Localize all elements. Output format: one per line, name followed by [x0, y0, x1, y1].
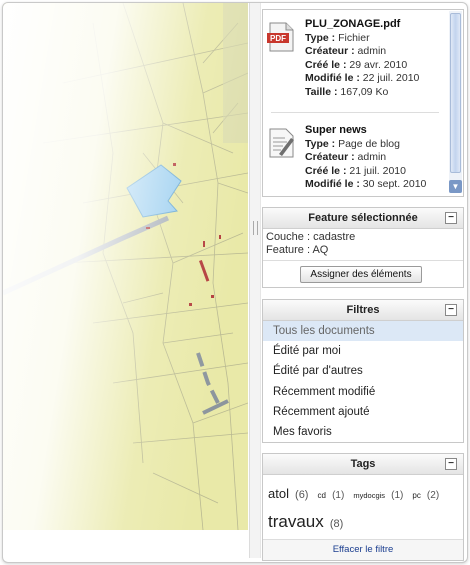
document-type: Type : Page de blog [305, 137, 400, 150]
filters-panel: Filtres − Tous les documents Édité par m… [262, 299, 464, 444]
document-title[interactable]: PLU_ZONAGE.pdf [305, 18, 445, 32]
filter-item-edited-by-me[interactable]: Édité par moi [263, 341, 463, 361]
document-divider [271, 112, 439, 113]
tags-panel: Tags − atol (6) cd (1) mydocgis (1) pc (… [262, 453, 464, 561]
assign-elements-button[interactable]: Assigner des éléments [300, 266, 422, 283]
tag-cd[interactable]: cd (1) [318, 489, 348, 501]
document-modified: Modifié le : 30 sept. 2010 [305, 178, 427, 191]
tag-mydocgis[interactable]: mydocgis (1) [353, 489, 406, 501]
document-type: Type : Fichier [305, 31, 370, 44]
panel-splitter[interactable] [249, 3, 261, 558]
document-modified: Modifié le : 22 juil. 2010 [305, 72, 420, 85]
document-list[interactable]: PDF PLU_ZONAGE.pdf Type : Fichier Créate… [262, 9, 464, 197]
feature-panel: Feature sélectionnée − Couche : cadastre… [262, 207, 464, 288]
feature-panel-header: Feature sélectionnée − [263, 208, 463, 229]
app-window: PDF PLU_ZONAGE.pdf Type : Fichier Créate… [2, 2, 468, 563]
blog-page-icon [267, 128, 295, 158]
feature-panel-title: Feature sélectionnée [308, 212, 418, 224]
tags-panel-header: Tags − [263, 454, 463, 475]
tag-atol[interactable]: atol (6) [268, 486, 311, 501]
filter-item-recently-modified[interactable]: Récemment modifié [263, 382, 463, 402]
filter-item-edited-by-others[interactable]: Édité par d'autres [263, 361, 463, 381]
clear-filter-link[interactable]: Effacer le filtre [263, 539, 463, 560]
filters-panel-title: Filtres [346, 304, 380, 316]
document-creator: Créateur : admin [305, 151, 387, 164]
scroll-down-icon[interactable]: ▼ [449, 180, 462, 193]
feature-layer: Couche : cadastre [266, 231, 356, 243]
pdf-file-icon: PDF [267, 22, 295, 52]
splitter-grip[interactable] [253, 221, 258, 235]
scrollbar-thumb[interactable] [450, 13, 461, 173]
filter-item-all-documents[interactable]: Tous les documents [263, 321, 463, 342]
tags-panel-title: Tags [350, 458, 376, 470]
tag-cloud: atol (6) cd (1) mydocgis (1) pc (2) trav… [263, 475, 463, 539]
document-creator: Créateur : admin [305, 45, 387, 58]
collapse-icon[interactable]: − [445, 212, 457, 224]
collapse-icon[interactable]: − [445, 304, 457, 316]
map-view[interactable] [3, 3, 248, 530]
document-title[interactable]: Super news [305, 124, 445, 138]
filter-item-recently-added[interactable]: Récemment ajouté [263, 402, 463, 422]
filter-item-favorites[interactable]: Mes favoris [263, 422, 463, 442]
document-created: Créé le : 21 juil. 2010 [305, 164, 406, 177]
document-created: Créé le : 29 avr. 2010 [305, 58, 408, 71]
collapse-icon[interactable]: − [445, 458, 457, 470]
document-size: Taille : 167,09 Ko [305, 85, 389, 98]
tag-travaux[interactable]: travaux (8) [268, 512, 346, 531]
filters-panel-header: Filtres − [263, 300, 463, 321]
document-list-scrollbar[interactable]: ▼ [449, 11, 462, 193]
cadastre-map[interactable] [3, 3, 248, 530]
tag-pc[interactable]: pc (2) [412, 489, 442, 501]
map-fade-overlay [3, 3, 248, 530]
svg-text:PDF: PDF [270, 34, 286, 43]
feature-id: Feature : AQ [266, 244, 329, 256]
